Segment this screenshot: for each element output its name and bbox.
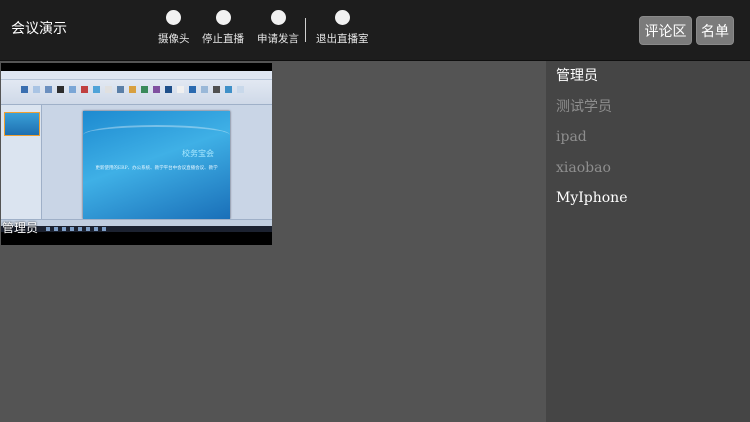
comments-button[interactable]: 评论区 <box>639 16 692 45</box>
slide-title: 校务宝会 <box>182 149 214 158</box>
theme-swatch <box>141 86 148 93</box>
exit-room-label: 退出直播室 <box>316 33 369 45</box>
theme-swatch <box>189 86 196 93</box>
theme-swatch <box>237 86 244 93</box>
camera-label: 摄像头 <box>158 33 190 45</box>
slide-subtitle: 更新使用的ERP、办公系统、教学平台中会议直播会议、教学 <box>95 166 218 171</box>
roster-button[interactable]: 名单 <box>696 16 734 45</box>
taskbar-icon <box>86 227 90 231</box>
video-owner-label: 管理员 <box>2 221 39 235</box>
theme-swatch <box>129 86 136 93</box>
taskbar-icon <box>102 227 106 231</box>
exit-room-control[interactable]: 退出直播室 <box>316 10 369 46</box>
stop-live-circle-icon <box>215 10 231 25</box>
participant-panel: 管理员 测试学员 ipad xiaobao MyIphone <box>546 61 750 422</box>
participant-item[interactable]: ipad <box>556 127 587 147</box>
theme-swatch <box>153 86 160 93</box>
theme-swatch <box>117 86 124 93</box>
theme-swatch <box>57 86 64 93</box>
participant-item[interactable]: 测试学员 <box>556 97 612 117</box>
taskbar-icon <box>46 227 50 231</box>
slide-thumbnails <box>1 105 42 222</box>
theme-swatch <box>33 86 40 93</box>
slide-wave <box>83 125 230 145</box>
theme-swatch <box>69 86 76 93</box>
ribbon-tabs <box>1 71 272 80</box>
theme-swatch <box>81 86 88 93</box>
participant-item[interactable]: MyIphone <box>556 188 627 208</box>
request-speak-label: 申请发言 <box>257 33 299 45</box>
taskbar-icon <box>62 227 66 231</box>
theme-swatch <box>21 86 28 93</box>
taskbar-icon <box>70 227 74 231</box>
participant-item[interactable]: 管理员 <box>556 66 598 86</box>
os-taskbar <box>1 226 272 232</box>
theme-swatch <box>165 86 172 93</box>
shared-screen: 校务宝会 更新使用的ERP、办公系统、教学平台中会议直播会议、教学 <box>1 71 272 227</box>
taskbar-icon <box>94 227 98 231</box>
theme-swatch <box>177 86 184 93</box>
theme-swatch <box>201 86 208 93</box>
request-speak-circle-icon <box>270 10 286 25</box>
toolbar-divider <box>305 18 306 42</box>
theme-swatch <box>45 86 52 93</box>
stop-live-control[interactable]: 停止直播 <box>202 10 244 46</box>
meeting-app: 会议演示 摄像头 停止直播 申请发言 退出直播室 评论区 名单 校务宝会 更新使… <box>0 0 750 422</box>
theme-swatch <box>93 86 100 93</box>
camera-control[interactable]: 摄像头 <box>158 10 190 46</box>
theme-swatch <box>213 86 220 93</box>
camera-circle-icon <box>166 10 182 25</box>
main-stage: 校务宝会 更新使用的ERP、办公系统、教学平台中会议直播会议、教学 管理员 <box>0 61 546 422</box>
video-tile[interactable]: 校务宝会 更新使用的ERP、办公系统、教学平台中会议直播会议、教学 管理员 <box>1 63 272 245</box>
request-speak-control[interactable]: 申请发言 <box>257 10 299 46</box>
top-bar: 会议演示 摄像头 停止直播 申请发言 退出直播室 评论区 名单 <box>0 0 750 61</box>
taskbar-icon <box>78 227 82 231</box>
stop-live-label: 停止直播 <box>202 33 244 45</box>
theme-swatch <box>105 86 112 93</box>
taskbar-icon <box>54 227 58 231</box>
theme-swatch <box>225 86 232 93</box>
exit-room-circle-icon <box>334 10 350 25</box>
participant-item[interactable]: xiaobao <box>556 158 611 178</box>
page-title: 会议演示 <box>11 21 67 37</box>
presentation-ribbon <box>1 71 272 105</box>
presentation-slide: 校务宝会 更新使用的ERP、办公系统、教学平台中会议直播会议、教学 <box>83 111 230 219</box>
slide-thumbnail <box>4 112 40 136</box>
